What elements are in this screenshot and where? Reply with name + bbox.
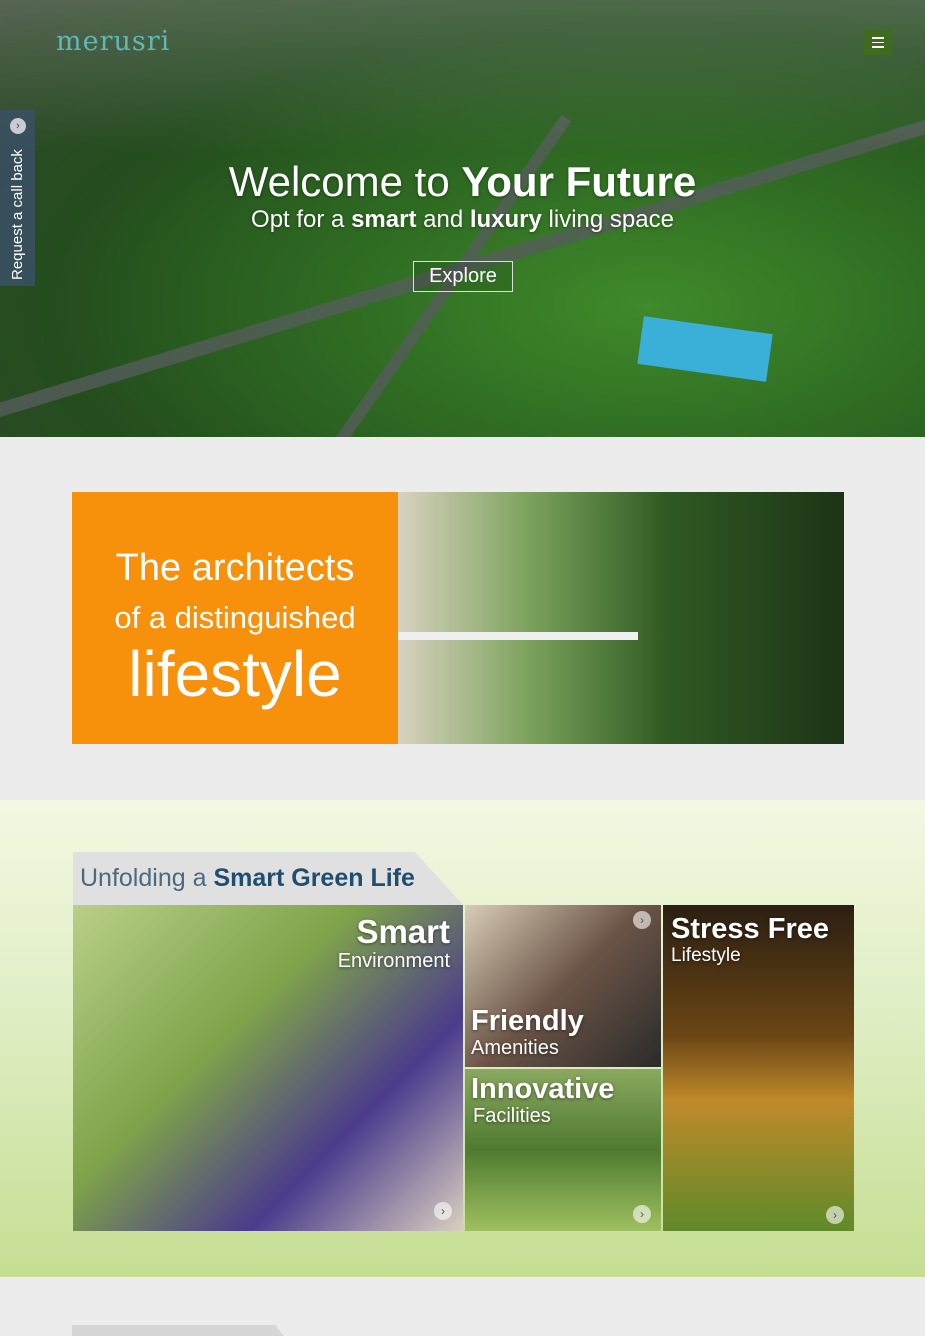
explore-button[interactable]: Explore [413, 261, 513, 292]
chevron-right-icon: › [10, 118, 26, 134]
architects-line3: lifestyle [128, 638, 342, 710]
chevron-right-icon[interactable]: › [434, 1202, 452, 1220]
heading-bold: Smart Green Life [213, 864, 415, 892]
architects-text: The architects of a distinguished lifest… [72, 492, 398, 744]
hamburger-icon-line [871, 46, 884, 48]
subtitle-part: smart [351, 206, 417, 233]
balcony-rail [398, 632, 638, 640]
chevron-right-icon[interactable]: › [633, 911, 651, 929]
hero-subtitle: Opt for a smart and luxury living space [0, 206, 925, 234]
subtitle-part: Opt for a [251, 206, 352, 233]
tile-title: Stress Free [671, 913, 829, 945]
green-life-heading: Unfolding a Smart Green Life [73, 852, 463, 905]
tile-stress-free-lifestyle[interactable]: Stress Free Lifestyle › [663, 905, 854, 1231]
subtitle-part: and [416, 206, 470, 233]
tile-smart-environment[interactable]: Smart Environment › [73, 905, 463, 1231]
tile-title: Smart [356, 913, 450, 950]
tile-subtitle: Lifestyle [671, 945, 741, 966]
tile-innovative-facilities[interactable]: Innovative Facilities › [465, 1069, 661, 1231]
chevron-right-icon[interactable]: › [633, 1205, 651, 1223]
hero-title-bold: Your Future [461, 158, 697, 205]
hamburger-icon [871, 37, 884, 39]
tile-subtitle: Facilities [473, 1105, 551, 1127]
menu-button[interactable] [864, 30, 891, 55]
tile-friendly-amenities[interactable]: Friendly Amenities › [465, 905, 661, 1067]
tile-subtitle: Amenities [471, 1037, 559, 1059]
tile-subtitle: Environment [337, 950, 450, 972]
architects-line2: of a distinguished [114, 600, 356, 635]
subtitle-part: living space [541, 206, 674, 233]
hamburger-icon-line [871, 41, 884, 44]
architects-section: The architects of a distinguished lifest… [72, 492, 844, 744]
hero-title: Welcome to Your Future [0, 158, 925, 206]
architects-line1: The architects [115, 547, 355, 589]
hero-title-light: Welcome to [228, 158, 462, 205]
subtitle-part: luxury [469, 206, 542, 233]
tile-title: Innovative [471, 1073, 615, 1105]
couple-photo [398, 492, 844, 744]
hero-section: merusri › Request a call back Welcome to… [0, 0, 925, 437]
next-section-heading-tab [72, 1325, 284, 1336]
chevron-right-icon[interactable]: › [826, 1206, 844, 1224]
tile-title: Friendly [471, 1005, 584, 1037]
logo[interactable]: merusri [56, 26, 170, 57]
heading-light: Unfolding a [80, 864, 214, 892]
